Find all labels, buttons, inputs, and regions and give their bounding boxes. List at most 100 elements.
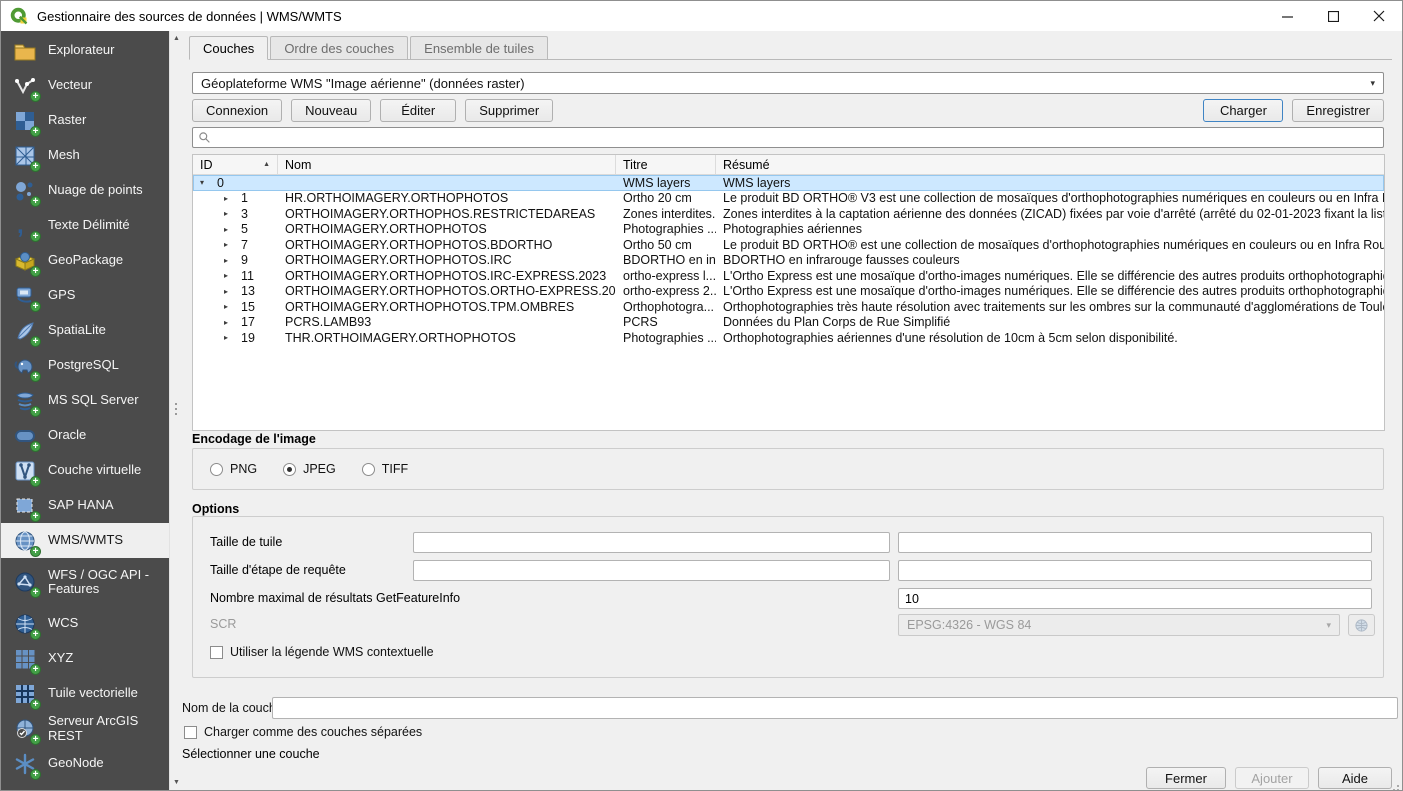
tab-couches[interactable]: Couches bbox=[189, 36, 268, 60]
sidebar-item-explorateur[interactable]: Explorateur bbox=[1, 33, 169, 68]
request-step-width-input[interactable] bbox=[413, 560, 890, 581]
table-row-id-5[interactable]: ▸5ORTHOIMAGERY.ORTHOPHOTOSPhotographies … bbox=[193, 222, 1384, 238]
cell-id: 15 bbox=[241, 300, 255, 314]
sidebar-item-raster[interactable]: +Raster bbox=[1, 103, 169, 138]
minimize-button[interactable] bbox=[1264, 1, 1310, 31]
sidebar-item-mesh[interactable]: +Mesh bbox=[1, 138, 169, 173]
layer-name-input[interactable] bbox=[272, 697, 1398, 719]
sidebar-item-couche-virtuelle[interactable]: +Couche virtuelle bbox=[1, 453, 169, 488]
tile-height-input[interactable] bbox=[898, 532, 1372, 553]
expand-arrow-icon[interactable]: ▸ bbox=[224, 209, 234, 218]
radio-tiff[interactable]: TIFF bbox=[362, 462, 408, 476]
charger-button[interactable]: Charger bbox=[1203, 99, 1283, 122]
sidebar-item-texte-d-limit[interactable]: ,+Texte Délimité bbox=[1, 208, 169, 243]
expand-arrow-icon[interactable]: ▸ bbox=[224, 256, 234, 265]
sidebar-item-wfs-ogc-api-features[interactable]: +WFS / OGC API - Features bbox=[1, 558, 169, 606]
expand-arrow-icon[interactable]: ▸ bbox=[224, 194, 234, 203]
tile-width-input[interactable] bbox=[413, 532, 890, 553]
sidebar-item-xyz[interactable]: +XYZ bbox=[1, 641, 169, 676]
expand-arrow-icon[interactable]: ▸ bbox=[224, 271, 234, 280]
cell-id: 17 bbox=[241, 315, 255, 329]
expand-arrow-icon[interactable]: ▸ bbox=[224, 287, 234, 296]
maximize-button[interactable] bbox=[1310, 1, 1356, 31]
table-row-id-0[interactable]: ▾0WMS layersWMS layers bbox=[193, 175, 1384, 191]
sidebar-item-geopackage[interactable]: +GeoPackage bbox=[1, 243, 169, 278]
connection-buttons: Connexion Nouveau Éditer Supprimer Charg… bbox=[192, 99, 1384, 122]
table-row-id-17[interactable]: ▸17PCRS.LAMB93PCRSDonnées du Plan Corps … bbox=[193, 315, 1384, 331]
data-source-manager-window: Gestionnaire des sources de données | WM… bbox=[0, 0, 1403, 791]
layers-table-body: ▾0WMS layersWMS layers▸1HR.ORTHOIMAGERY.… bbox=[193, 175, 1384, 346]
layer-filter[interactable] bbox=[192, 127, 1384, 148]
layer-filter-input[interactable] bbox=[216, 128, 1378, 147]
request-step-height-input[interactable] bbox=[898, 560, 1372, 581]
cell-resume: Données du Plan Corps de Rue Simplifié bbox=[716, 315, 1384, 329]
enregistrer-button[interactable]: Enregistrer bbox=[1292, 99, 1384, 122]
sidebar-item-geonode[interactable]: +GeoNode bbox=[1, 746, 169, 781]
radio-png[interactable]: PNG bbox=[210, 462, 257, 476]
aide-button[interactable]: Aide bbox=[1318, 767, 1392, 789]
sidebar-item-wms-wmts[interactable]: +WMS/WMTS bbox=[1, 523, 169, 558]
arcgis-rest-icon: + bbox=[13, 717, 37, 741]
mesh-icon: + bbox=[13, 144, 37, 168]
sidebar-item-nuage-de-points[interactable]: +Nuage de points bbox=[1, 173, 169, 208]
sidebar-item-ms-sql-server[interactable]: +MS SQL Server bbox=[1, 383, 169, 418]
radio-jpeg[interactable]: JPEG bbox=[283, 462, 336, 476]
sidebar-item-label: Raster bbox=[48, 113, 86, 127]
expand-arrow-icon[interactable]: ▸ bbox=[224, 318, 234, 327]
collapse-arrow-icon[interactable]: ▾ bbox=[200, 178, 210, 187]
column-header-id[interactable]: ID ▲ bbox=[193, 155, 278, 174]
tab-ordre-des-couches[interactable]: Ordre des couches bbox=[270, 36, 408, 59]
titlebar: Gestionnaire des sources de données | WM… bbox=[1, 1, 1402, 31]
expand-arrow-icon[interactable]: ▸ bbox=[224, 225, 234, 234]
wfs-icon: + bbox=[13, 570, 37, 594]
table-row-id-19[interactable]: ▸19THR.ORTHOIMAGERY.ORTHOPHOTOSPhotograp… bbox=[193, 330, 1384, 346]
sidebar-item-postgresql[interactable]: +PostgreSQL bbox=[1, 348, 169, 383]
connexion-button[interactable]: Connexion bbox=[192, 99, 282, 122]
wms-legend-checkbox[interactable]: Utiliser la légende WMS contextuelle bbox=[210, 645, 434, 659]
table-row-id-13[interactable]: ▸13ORTHOIMAGERY.ORTHOPHOTOS.ORTHO-EXPRES… bbox=[193, 284, 1384, 300]
column-header-nom[interactable]: Nom bbox=[278, 155, 616, 174]
expand-arrow-icon[interactable]: ▸ bbox=[224, 333, 234, 342]
table-row-id-11[interactable]: ▸11ORTHOIMAGERY.ORTHOPHOTOS.IRC-EXPRESS.… bbox=[193, 268, 1384, 284]
layers-table: ID ▲ Nom Titre Résumé ▾0WMS layersWMS la… bbox=[192, 154, 1385, 431]
fermer-button[interactable]: Fermer bbox=[1146, 767, 1226, 789]
plus-badge-icon: + bbox=[30, 336, 41, 347]
expand-arrow-icon[interactable]: ▸ bbox=[224, 240, 234, 249]
sidebar-item-serveur-arcgis-rest[interactable]: +Serveur ArcGIS REST bbox=[1, 711, 169, 746]
sidebar-item-gps[interactable]: +GPS bbox=[1, 278, 169, 313]
table-row-id-7[interactable]: ▸7ORTHOIMAGERY.ORTHOPHOTOS.BDORTHOOrtho … bbox=[193, 237, 1384, 253]
table-row-id-1[interactable]: ▸1HR.ORTHOIMAGERY.ORTHOPHOTOSOrtho 20 cm… bbox=[193, 191, 1384, 207]
editer-button[interactable]: Éditer bbox=[380, 99, 456, 122]
table-row-id-9[interactable]: ▸9ORTHOIMAGERY.ORTHOPHOTOS.IRCBDORTHO en… bbox=[193, 253, 1384, 269]
resize-grip[interactable] bbox=[1397, 785, 1399, 787]
connection-select-value: Géoplateforme WMS "Image aérienne" (donn… bbox=[201, 76, 525, 91]
sidebar-item-vecteur[interactable]: +Vecteur bbox=[1, 68, 169, 103]
feature-info-count-input[interactable] bbox=[898, 588, 1372, 609]
sidebar-item-sap-hana[interactable]: +SAP HANA bbox=[1, 488, 169, 523]
table-row-id-15[interactable]: ▸15ORTHOIMAGERY.ORTHOPHOTOS.TPM.OMBRESOr… bbox=[193, 299, 1384, 315]
cell-id: 11 bbox=[241, 269, 254, 283]
supprimer-button[interactable]: Supprimer bbox=[465, 99, 553, 122]
wcs-icon: + bbox=[13, 612, 37, 636]
nouveau-button[interactable]: Nouveau bbox=[291, 99, 371, 122]
connection-select[interactable]: Géoplateforme WMS "Image aérienne" (donn… bbox=[192, 72, 1384, 94]
sidebar-item-wcs[interactable]: +WCS bbox=[1, 606, 169, 641]
sidebar-item-spatialite[interactable]: +SpatiaLite bbox=[1, 313, 169, 348]
cell-id: 9 bbox=[241, 253, 248, 267]
table-row-id-3[interactable]: ▸3ORTHOIMAGERY.ORTHOPHOS.RESTRICTEDAREAS… bbox=[193, 206, 1384, 222]
sidebar-item-tuile-vectorielle[interactable]: +Tuile vectorielle bbox=[1, 676, 169, 711]
sidebar-item-oracle[interactable]: +Oracle bbox=[1, 418, 169, 453]
status-text: Sélectionner une couche bbox=[182, 747, 320, 761]
close-button[interactable] bbox=[1356, 1, 1402, 31]
expand-arrow-icon[interactable]: ▸ bbox=[224, 302, 234, 311]
plus-badge-icon: + bbox=[30, 91, 41, 102]
column-header-resume[interactable]: Résumé bbox=[716, 155, 1384, 174]
splitter-handle-icon[interactable] bbox=[175, 403, 177, 405]
tab-ensemble-de-tuiles[interactable]: Ensemble de tuiles bbox=[410, 36, 548, 59]
cell-resume: Le produit BD ORTHO® est une collection … bbox=[716, 238, 1384, 252]
separate-layers-checkbox[interactable]: Charger comme des couches séparées bbox=[184, 725, 422, 739]
cell-resume: Orthophotographies aériennes d'une résol… bbox=[716, 331, 1384, 345]
column-header-titre[interactable]: Titre bbox=[616, 155, 716, 174]
cell-titre: ortho-express l... bbox=[616, 269, 716, 283]
sidebar-scrollbar[interactable]: ▲ ▼ bbox=[169, 31, 182, 790]
